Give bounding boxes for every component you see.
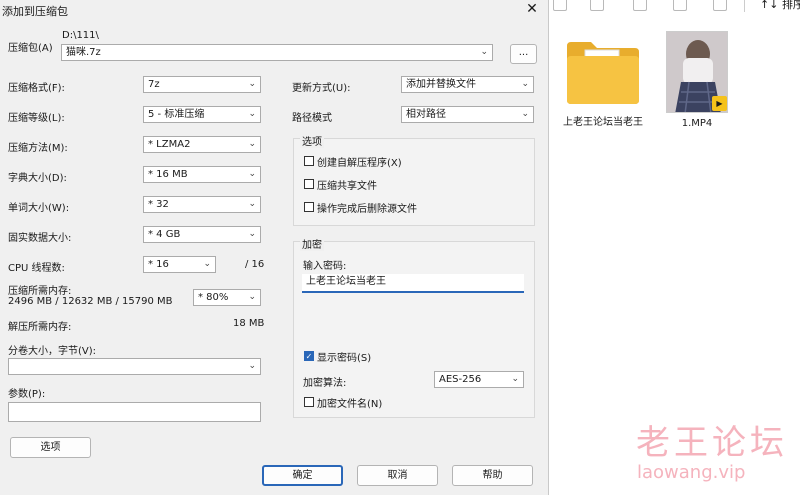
- folder-icon: [567, 42, 639, 104]
- threads-select[interactable]: * 16 ⌄: [143, 256, 216, 273]
- chevron-down-icon: ⌄: [203, 259, 211, 269]
- pathmode-label: 路径模式: [292, 113, 332, 124]
- options-group-title: 选项: [300, 133, 324, 148]
- sort-button[interactable]: ↑↓ 排序: [760, 0, 800, 12]
- level-label: 压缩等级(L):: [8, 113, 65, 124]
- paste-icon[interactable]: [590, 0, 604, 11]
- format-select[interactable]: 7z ⌄: [143, 76, 261, 93]
- threads-label: CPU 线程数:: [8, 263, 65, 274]
- mem-usage-value: * 80%: [198, 292, 229, 303]
- method-label: 压缩方法(M):: [8, 143, 68, 154]
- encrypt-names-checkbox[interactable]: [304, 397, 314, 407]
- sfx-checkbox[interactable]: [304, 156, 314, 166]
- pathmode-select[interactable]: 相对路径 ⌄: [401, 106, 534, 123]
- sort-icon: ↑↓: [760, 0, 782, 11]
- show-password-checkbox[interactable]: ✓: [304, 351, 314, 361]
- ok-button[interactable]: 确定: [262, 465, 343, 486]
- split-label: 分卷大小，字节(V):: [8, 346, 97, 357]
- archive-name-value: 猫咪.7z: [66, 47, 101, 58]
- watermark-en: laowang.vip: [637, 462, 746, 483]
- mem-decomp-value: 18 MB: [233, 318, 265, 329]
- chevron-down-icon: ⌄: [480, 47, 488, 57]
- folder-item[interactable]: [565, 36, 641, 106]
- pathmode-value: 相对路径: [406, 109, 446, 120]
- word-value: * 32: [148, 199, 169, 210]
- show-password-label: 显示密码(S): [317, 353, 372, 364]
- update-label: 更新方式(U):: [292, 83, 351, 94]
- level-value: 5 - 标准压缩: [148, 109, 205, 120]
- chevron-down-icon: ⌄: [248, 199, 256, 209]
- dialog-title: 添加到压缩包: [2, 5, 68, 18]
- close-icon[interactable]: ✕: [520, 0, 544, 20]
- video-thumbnail[interactable]: ▶: [666, 31, 728, 113]
- watermark-cn: 老王论坛: [636, 423, 788, 463]
- solid-select[interactable]: * 4 GB ⌄: [143, 226, 261, 243]
- video-name: 1.MP4: [681, 118, 713, 129]
- dict-label: 字典大小(D):: [8, 173, 67, 184]
- help-button[interactable]: 帮助: [452, 465, 533, 486]
- chevron-down-icon: ⌄: [248, 169, 256, 179]
- params-label: 参数(P):: [8, 389, 46, 400]
- chevron-down-icon: ⌄: [248, 292, 256, 302]
- dialog-titlebar: 添加到压缩包 ✕: [0, 0, 548, 20]
- options-button[interactable]: 选项: [10, 437, 91, 458]
- encryption-group-title: 加密: [300, 236, 324, 251]
- level-select[interactable]: 5 - 标准压缩 ⌄: [143, 106, 261, 123]
- copy-icon[interactable]: [553, 0, 567, 11]
- method-value: * LZMA2: [148, 139, 191, 150]
- archive-name-combo[interactable]: 猫咪.7z ⌄: [61, 44, 493, 61]
- chevron-down-icon: ⌄: [248, 139, 256, 149]
- add-to-archive-dialog: 添加到压缩包 ✕ 压缩包(A) D:\111\ 猫咪.7z ⌄ ... 压缩格式…: [0, 0, 549, 495]
- update-value: 添加并替换文件: [406, 79, 476, 90]
- password-label: 输入密码:: [303, 261, 347, 272]
- threads-value: * 16: [148, 259, 169, 270]
- method-select[interactable]: * LZMA2 ⌄: [143, 136, 261, 153]
- mem-comp-detail: 2496 MB / 12632 MB / 15790 MB: [8, 296, 173, 307]
- chevron-down-icon: ⌄: [521, 109, 529, 119]
- encrypt-names-label: 加密文件名(N): [317, 399, 383, 410]
- mem-decomp-label: 解压所需内存:: [8, 322, 72, 333]
- chevron-down-icon: ⌄: [248, 109, 256, 119]
- update-select[interactable]: 添加并替换文件 ⌄: [401, 76, 534, 93]
- chevron-down-icon: ⌄: [248, 229, 256, 239]
- mem-usage-select[interactable]: * 80% ⌄: [193, 289, 261, 306]
- format-value: 7z: [148, 79, 160, 90]
- enc-method-select[interactable]: AES-256 ⌄: [434, 371, 524, 388]
- chevron-down-icon: ⌄: [511, 374, 519, 384]
- dict-value: * 16 MB: [148, 169, 188, 180]
- sfx-label: 创建自解压程序(X): [317, 158, 402, 169]
- share-icon[interactable]: [673, 0, 687, 11]
- shared-label: 压缩共享文件: [317, 181, 377, 192]
- format-label: 压缩格式(F):: [8, 83, 65, 94]
- delete-icon[interactable]: [713, 0, 727, 11]
- password-input[interactable]: 上老王论坛当老王: [302, 274, 524, 293]
- delete-after-checkbox[interactable]: [304, 202, 314, 212]
- archive-path: D:\111\: [62, 30, 99, 41]
- shared-checkbox[interactable]: [304, 179, 314, 189]
- enc-method-value: AES-256: [439, 374, 482, 385]
- chevron-down-icon: ⌄: [248, 361, 256, 371]
- split-select[interactable]: ⌄: [8, 358, 261, 375]
- chevron-down-icon: ⌄: [248, 79, 256, 89]
- archive-label: 压缩包(A): [8, 43, 53, 54]
- play-icon: ▶: [712, 96, 727, 111]
- params-input[interactable]: [8, 402, 261, 422]
- delete-after-label: 操作完成后删除源文件: [317, 204, 417, 215]
- rename-icon[interactable]: [633, 0, 647, 11]
- dict-select[interactable]: * 16 MB ⌄: [143, 166, 261, 183]
- mem-comp-label: 压缩所需内存:: [8, 286, 72, 297]
- sort-label: 排序: [781, 0, 800, 11]
- word-label: 单词大小(W):: [8, 203, 70, 214]
- folder-name: 上老王论坛当老王: [563, 117, 643, 128]
- browse-button[interactable]: ...: [510, 44, 537, 64]
- word-select[interactable]: * 32 ⌄: [143, 196, 261, 213]
- solid-label: 固实数据大小:: [8, 233, 72, 244]
- chevron-down-icon: ⌄: [521, 79, 529, 89]
- threads-total: / 16: [245, 259, 265, 270]
- toolbar-divider: [744, 0, 745, 12]
- solid-value: * 4 GB: [148, 229, 181, 240]
- enc-method-label: 加密算法:: [303, 378, 347, 389]
- cancel-button[interactable]: 取消: [357, 465, 438, 486]
